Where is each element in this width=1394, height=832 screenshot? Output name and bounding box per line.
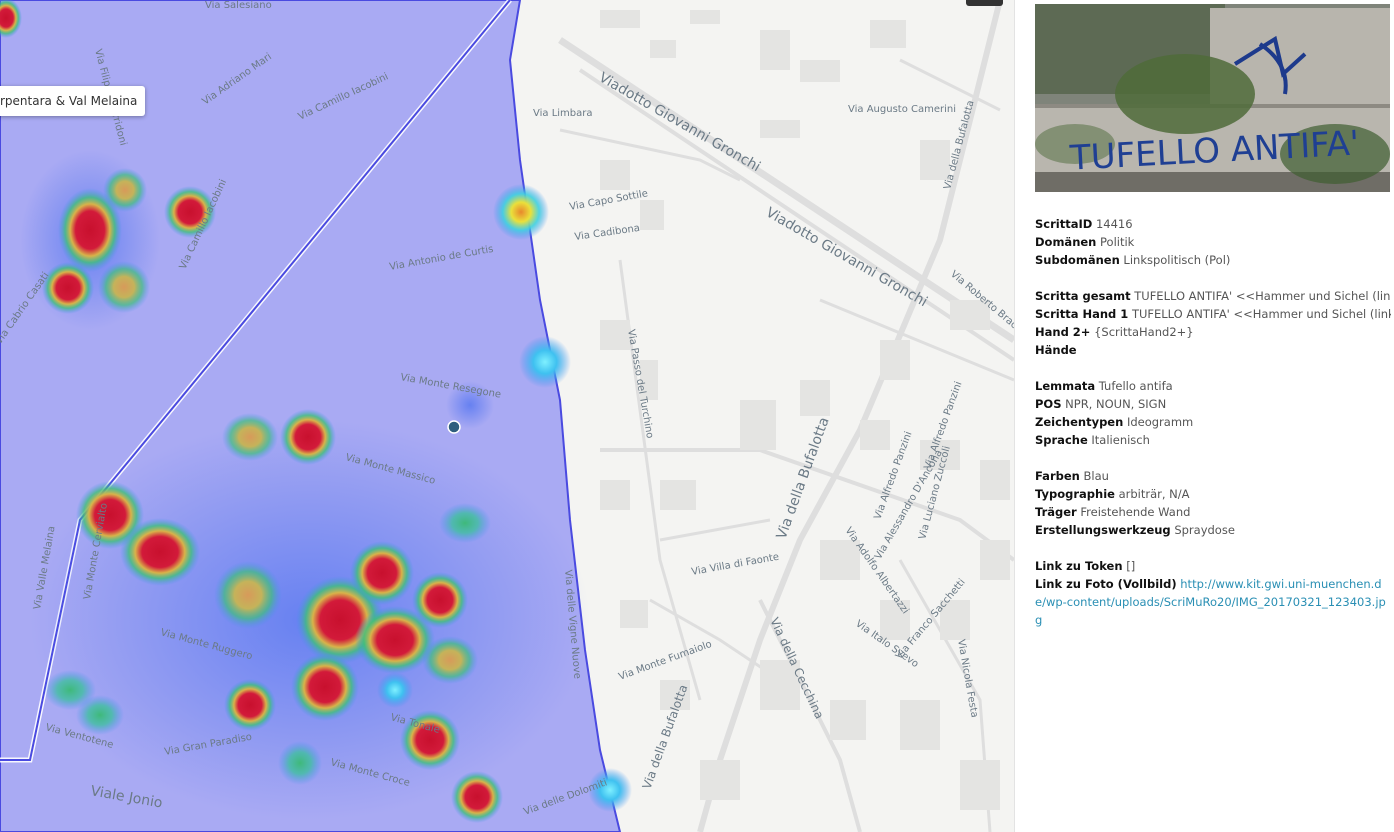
field-subdomaenen: Subdomänen Linkspolitisch (Pol)	[1035, 253, 1231, 267]
street-label: Via Augusto Camerini	[848, 104, 956, 115]
selected-marker[interactable]	[447, 420, 461, 434]
field-typographie: Typographie arbiträr, N/A	[1035, 487, 1190, 501]
graffiti-photo[interactable]: TUFELLO ANTIFA'	[1035, 4, 1390, 192]
field-scritta-hand1: Scritta Hand 1 TUFELLO ANTIFA' <<Hammer …	[1035, 307, 1391, 321]
field-zeichentypen: Zeichentypen Ideogramm	[1035, 415, 1194, 429]
map-view[interactable]: Via SalesianoVia Filippo CorridoniVia Ad…	[0, 0, 1014, 832]
district-tooltip: rpentara & Val Melaina	[0, 86, 146, 116]
field-scritta-gesamt: Scritta gesamt TUFELLO ANTIFA' <<Hammer …	[1035, 289, 1391, 303]
field-sprache: Sprache Italienisch	[1035, 433, 1150, 447]
field-lemmata: Lemmata Tufello antifa	[1035, 379, 1173, 393]
street-label: Via della Bufalotta	[774, 415, 833, 541]
map-canvas[interactable]: Via SalesianoVia Filippo CorridoniVia Ad…	[0, 0, 1014, 832]
street-label: Via Cadibona	[574, 223, 641, 243]
field-farben: Farben Blau	[1035, 469, 1109, 483]
street-label: Via Nicola Festa	[955, 639, 980, 719]
field-pos: POS NPR, NOUN, SIGN	[1035, 397, 1167, 411]
map-control-button[interactable]	[966, 0, 1003, 6]
street-label: Via Limbara	[533, 108, 593, 119]
field-foto-link: Link zu Foto (Vollbild) http://www.kit.g…	[1035, 577, 1386, 627]
field-haende: Hände	[1035, 343, 1077, 357]
scritta-info: ScrittaID 14416 Domänen Politik Subdomän…	[1035, 215, 1391, 629]
field-scritta-id: ScrittaID 14416	[1035, 217, 1133, 231]
street-label: Via Capo Sottile	[569, 188, 649, 213]
street-label: Viadotto Giovanni Gronchi	[763, 205, 930, 311]
field-hand2: Hand 2+ {ScrittaHand2+}	[1035, 325, 1194, 339]
field-werkzeug: Erstellungswerkzeug Spraydose	[1035, 523, 1235, 537]
street-label: Via Monte Fumaiolo	[617, 639, 713, 683]
field-traeger: Träger Freistehende Wand	[1035, 505, 1191, 519]
street-label: Via Salesiano	[205, 0, 272, 11]
street-label: Via Villa di Faonte	[691, 552, 780, 578]
detail-panel: TUFELLO ANTIFA' ScrittaID 14416 Domänen …	[1015, 0, 1394, 832]
field-domaenen: Domänen Politik	[1035, 235, 1135, 249]
street-label: Viadotto Giovanni Gronchi	[596, 70, 763, 176]
field-token-link: Link zu Token []	[1035, 559, 1136, 573]
